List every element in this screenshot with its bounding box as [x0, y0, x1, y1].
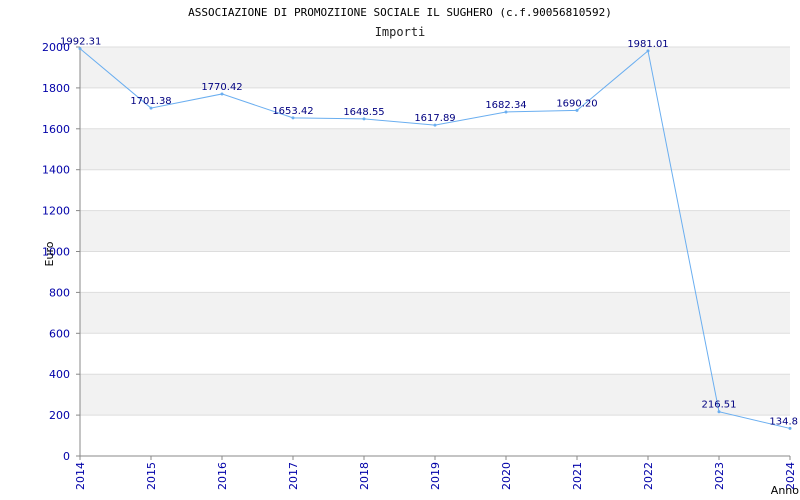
y-tick-label: 1400 — [42, 164, 70, 177]
data-label: 1617.89 — [414, 113, 455, 124]
data-label: 1770.42 — [201, 82, 242, 93]
plot-band — [80, 292, 790, 334]
x-tick-label: 2015 — [145, 462, 158, 490]
data-label: 1653.42 — [272, 106, 313, 117]
data-label: 1981.01 — [627, 39, 668, 50]
data-label: 216.51 — [702, 400, 737, 411]
data-label: 1701.38 — [130, 96, 171, 107]
x-tick-label: 2016 — [216, 462, 229, 490]
y-tick-label: 400 — [49, 368, 70, 381]
plot-band — [80, 169, 790, 211]
y-tick-label: 1200 — [42, 205, 70, 218]
y-tick-label: 600 — [49, 327, 70, 340]
y-tick-label: 200 — [49, 409, 70, 422]
y-tick-label: 800 — [49, 286, 70, 299]
data-label: 1682.34 — [485, 100, 526, 111]
plot-band — [80, 374, 790, 416]
plot-band — [80, 415, 790, 456]
plot-band — [80, 251, 790, 293]
x-tick-label: 2017 — [287, 462, 300, 490]
line-chart: 0200400600800100012001400160018002000 20… — [42, 37, 799, 497]
x-tick-labels: 2014 2015 2016 2017 2018 2019 2020 2021 2022 2023… — [74, 462, 797, 490]
data-label: 1690.20 — [556, 98, 597, 109]
x-tick-label: 2023 — [713, 462, 726, 490]
y-tick-label: 1800 — [42, 82, 70, 95]
data-label: 1648.55 — [343, 107, 384, 118]
x-axis-title: Anno — [771, 484, 799, 497]
plot-band — [80, 128, 790, 170]
x-tick-label: 2022 — [642, 462, 655, 490]
x-tick-label: 2014 — [74, 462, 87, 490]
y-axis-title: Euro — [43, 241, 56, 266]
data-label: 134.8 — [769, 416, 798, 427]
plot-band — [80, 47, 790, 88]
x-tick-label: 2021 — [571, 462, 584, 490]
x-tick-label: 2020 — [500, 462, 513, 490]
data-label: 1992.31 — [60, 37, 101, 48]
x-tick-label: 2018 — [358, 462, 371, 490]
x-tick-label: 2019 — [429, 462, 442, 490]
plot-band — [80, 333, 790, 375]
y-tick-label: 1600 — [42, 123, 70, 136]
y-tick-label: 0 — [63, 450, 70, 463]
